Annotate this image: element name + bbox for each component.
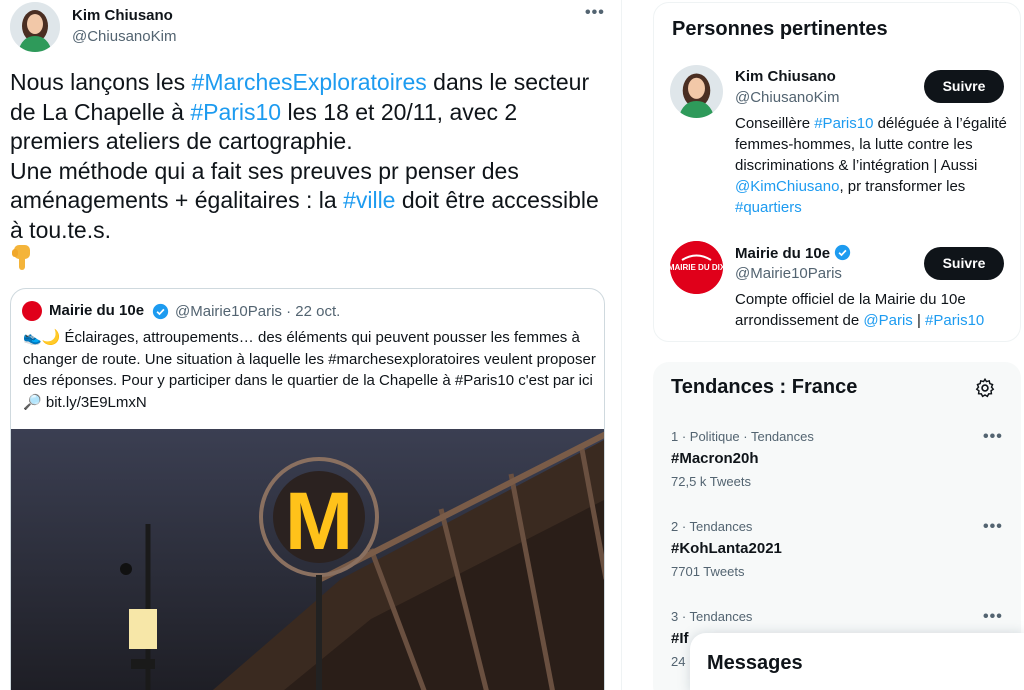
person-bio: Conseillère #Paris10 déléguée à l’égalit…: [735, 113, 1013, 218]
tweet-text: Nous lançons les #MarchesExploratoires d…: [10, 68, 610, 245]
quoted-text: 👟🌙 Éclairages, attroupements… des élémen…: [23, 327, 598, 413]
hashtag-link[interactable]: #MarchesExploratoires: [192, 69, 427, 95]
person-bio: Compte officiel de la Mairie du 10e arro…: [735, 289, 1013, 331]
trend-name[interactable]: #If: [671, 630, 689, 647]
messages-title[interactable]: Messages: [707, 652, 803, 675]
tweet-column: Kim Chiusano @ChiusanoKim ••• Nous lanço…: [0, 0, 622, 690]
quoted-link[interactable]: bit.ly/3E9LmxN: [46, 394, 147, 411]
author-avatar[interactable]: [10, 2, 60, 52]
follow-button-kim[interactable]: Suivre: [924, 70, 1004, 103]
quoted-tweet[interactable]: Mairie du 10e @Mairie10Paris · 22 oct. 👟…: [10, 288, 605, 690]
hashtag-link[interactable]: #Paris10: [925, 312, 984, 329]
hashtag-link[interactable]: #ville: [343, 187, 395, 213]
text-segment: , pr transformer les: [839, 178, 966, 195]
mairie-avatar[interactable]: MAIRIE DU DIX: [670, 241, 723, 294]
person-handle[interactable]: @ChiusanoKim: [735, 89, 839, 106]
verified-badge-icon: [834, 244, 851, 265]
text-segment: Nous lançons les: [10, 69, 192, 95]
quoted-author-name[interactable]: Mairie du 10e: [49, 302, 144, 319]
hashtag-link[interactable]: #Paris10: [190, 99, 281, 125]
crescent-moon-icon: 🌙: [41, 329, 61, 346]
trend-meta: 3 · Tendances: [671, 609, 753, 624]
person-name[interactable]: Kim Chiusano: [735, 68, 836, 85]
quoted-handle-date[interactable]: @Mairie10Paris · 22 oct.: [175, 303, 340, 320]
person-handle[interactable]: @Mairie10Paris: [735, 265, 842, 282]
hashtag-link[interactable]: @Paris: [863, 312, 912, 329]
tweet-second-sentence: Une méthode qui a fait ses preuves pr pe…: [10, 158, 599, 243]
messages-drawer[interactable]: Messages: [690, 633, 1024, 690]
hashtag-link[interactable]: #quartiers: [735, 199, 802, 216]
more-options-icon[interactable]: •••: [585, 4, 605, 22]
metro-sign-letter: M: [285, 476, 353, 567]
trend-more-icon[interactable]: •••: [983, 518, 1003, 536]
sneaker-icon: 👟: [23, 329, 42, 346]
kim-avatar[interactable]: [670, 65, 723, 118]
settings-gear-icon[interactable]: [974, 377, 996, 404]
mairie-logo-icon: [22, 301, 42, 321]
trend-meta: 1 · Politique · Tendances: [671, 429, 814, 444]
trend-name[interactable]: #Macron20h: [671, 450, 759, 467]
trend-more-icon[interactable]: •••: [983, 608, 1003, 626]
person-name[interactable]: Mairie du 10e: [735, 244, 851, 265]
trend-count: 7701 Tweets: [671, 564, 745, 579]
relevant-people-card: Personnes pertinentes Kim Chiusano @Chiu…: [653, 2, 1021, 342]
backhand-index-pointing-down-icon: [10, 243, 36, 278]
quoted-body: Éclairages, attroupements… des éléments …: [23, 329, 596, 389]
hashtag-link[interactable]: @KimChiusano: [735, 178, 839, 195]
hashtag-link[interactable]: #Paris10: [814, 115, 873, 132]
quoted-photo[interactable]: M: [11, 429, 604, 690]
trend-more-icon[interactable]: •••: [983, 428, 1003, 446]
trend-meta: 2 · Tendances: [671, 519, 753, 534]
text-segment: Conseillère: [735, 115, 815, 132]
verified-badge-icon: [152, 303, 169, 325]
person-name-text[interactable]: Mairie du 10e: [735, 245, 830, 262]
trend-count: 72,5 k Tweets: [671, 474, 751, 489]
relevant-people-title: Personnes pertinentes: [672, 18, 888, 40]
author-handle[interactable]: @ChiusanoKim: [72, 28, 176, 45]
magnifier-icon: 🔎: [23, 393, 42, 411]
mairie-logo-text: MAIRIE DU DIX: [670, 263, 723, 272]
follow-button-mairie[interactable]: Suivre: [924, 247, 1004, 280]
text-segment: |: [912, 312, 926, 329]
trend-name[interactable]: #KohLanta2021: [671, 540, 782, 557]
trend-count: 24: [671, 654, 686, 669]
author-name[interactable]: Kim Chiusano: [72, 7, 173, 24]
trends-title: Tendances : France: [671, 376, 858, 398]
